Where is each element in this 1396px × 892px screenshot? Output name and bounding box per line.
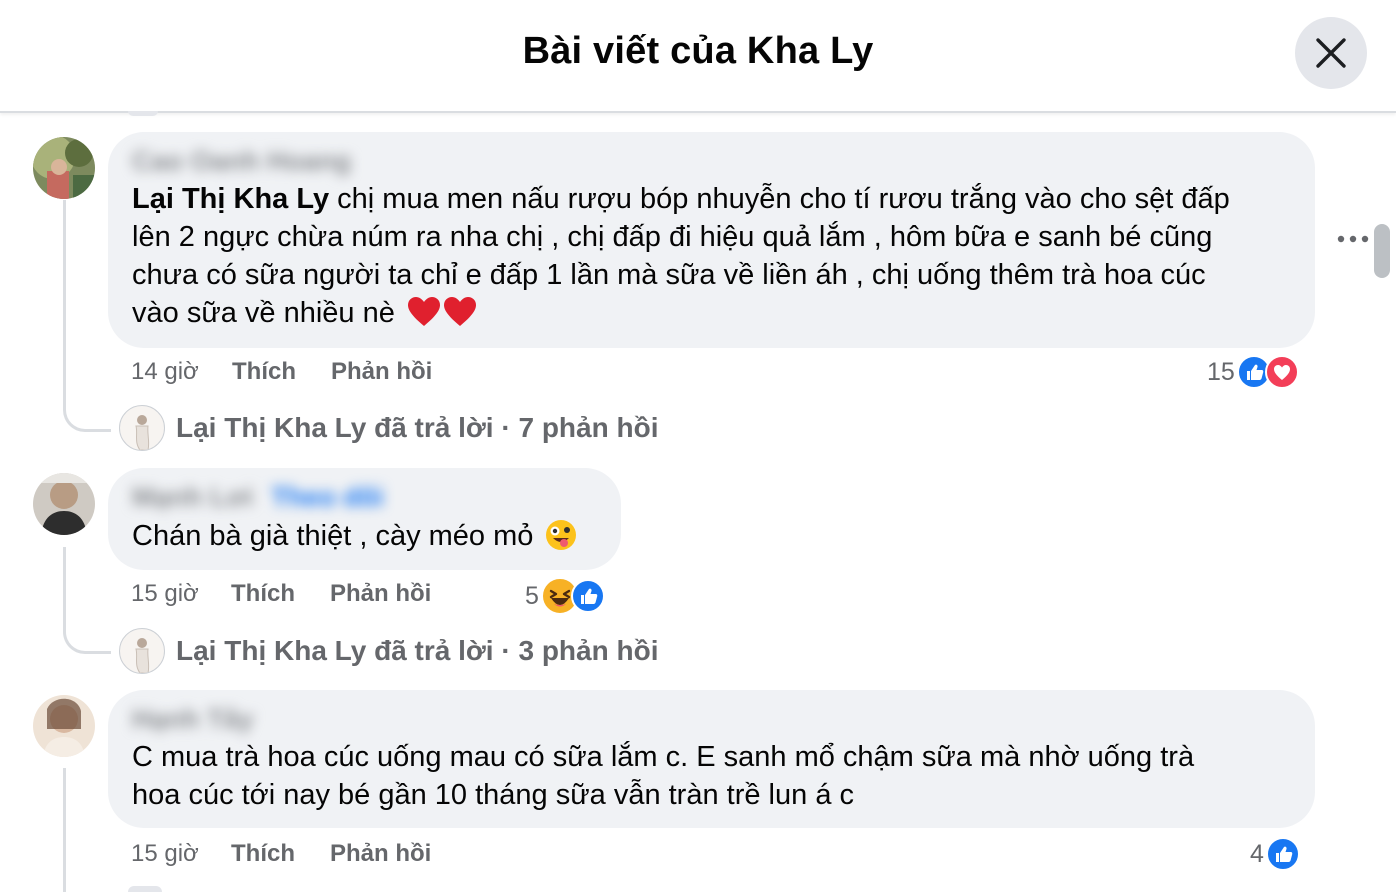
comment-actions: 14 giờ Thích Phản hồi xyxy=(131,358,531,388)
reaction-count: 15 xyxy=(1207,357,1235,386)
comment-bubble: Hạnh Tây C mua trà hoa cúc uống mau có s… xyxy=(108,690,1315,828)
reaction-summary[interactable]: 15 xyxy=(1207,355,1299,389)
close-icon xyxy=(1316,38,1346,68)
reply-summary-text: Lại Thị Kha Ly đã trả lời · 3 phản hồi xyxy=(176,635,659,666)
commenter-avatar[interactable] xyxy=(33,473,95,535)
previous-avatar-edge xyxy=(128,111,158,116)
dialog-header: Bài viết của Kha Ly xyxy=(0,0,1396,113)
close-button[interactable] xyxy=(1295,17,1367,89)
comment-actions: 15 giờ Thích Phản hồi xyxy=(131,840,531,870)
like-icon xyxy=(570,579,605,613)
comment-timestamp[interactable]: 15 giờ xyxy=(131,580,199,608)
comment-author[interactable]: Cao Oanh Hoang xyxy=(132,146,351,177)
reply-button[interactable]: Phản hồi xyxy=(330,840,431,868)
view-replies-link[interactable]: Lại Thị Kha Ly đã trả lời · 3 phản hồi xyxy=(119,628,658,674)
scrollbar-thumb[interactable] xyxy=(1374,224,1390,278)
like-button[interactable]: Thích xyxy=(232,358,296,386)
reaction-count: 5 xyxy=(525,581,539,610)
commenter-avatar[interactable] xyxy=(33,695,95,757)
mention-link[interactable]: Lại Thị Kha Ly xyxy=(132,183,329,215)
comment-author[interactable]: Mạnh Lơi Theo dõi xyxy=(132,482,384,513)
thread-connector xyxy=(63,768,66,892)
comment-text: Lại Thị Kha Ly chị mua men nấu rượu bóp … xyxy=(132,180,1230,338)
next-avatar-edge xyxy=(128,886,162,892)
love-icon xyxy=(1264,355,1299,389)
comment-timestamp[interactable]: 14 giờ xyxy=(131,358,199,386)
comment-actions: 15 giờ Thích Phản hồi xyxy=(131,580,531,610)
commenter-avatar[interactable] xyxy=(33,137,95,199)
reaction-count: 4 xyxy=(1250,839,1264,868)
zany-face-emoji xyxy=(545,519,577,561)
dialog-title: Bài viết của Kha Ly xyxy=(522,30,874,72)
replier-avatar xyxy=(119,628,165,674)
view-replies-link[interactable]: Lại Thị Kha Ly đã trả lời · 7 phản hồi xyxy=(119,405,658,451)
reaction-summary[interactable]: 5 xyxy=(525,577,605,615)
comment-author[interactable]: Hạnh Tây xyxy=(132,704,254,735)
thread-connector xyxy=(63,200,111,432)
thread-connector xyxy=(63,547,111,654)
comment-bubble: Cao Oanh Hoang Lại Thị Kha Ly chị mua me… xyxy=(108,132,1315,348)
like-button[interactable]: Thích xyxy=(231,580,295,608)
reply-button[interactable]: Phản hồi xyxy=(331,358,432,386)
reply-button[interactable]: Phản hồi xyxy=(330,580,431,608)
like-button[interactable]: Thích xyxy=(231,840,295,868)
reply-summary-text: Lại Thị Kha Ly đã trả lời · 7 phản hồi xyxy=(176,412,659,443)
comment-text: Chán bà già thiệt , cày méo mỏ xyxy=(132,517,577,561)
comment-bubble: Mạnh Lơi Theo dõi Chán bà già thiệt , cày… xyxy=(108,468,621,570)
comment-timestamp[interactable]: 15 giờ xyxy=(131,840,199,868)
like-icon xyxy=(1265,837,1300,871)
follow-link[interactable]: Theo dõi xyxy=(271,482,383,512)
heart-emoji xyxy=(407,296,477,338)
replier-avatar xyxy=(119,405,165,451)
reaction-summary[interactable]: 4 xyxy=(1250,837,1300,871)
comment-text: C mua trà hoa cúc uống mau có sữa lắm c.… xyxy=(132,741,1195,811)
more-options-icon[interactable] xyxy=(1336,224,1370,254)
